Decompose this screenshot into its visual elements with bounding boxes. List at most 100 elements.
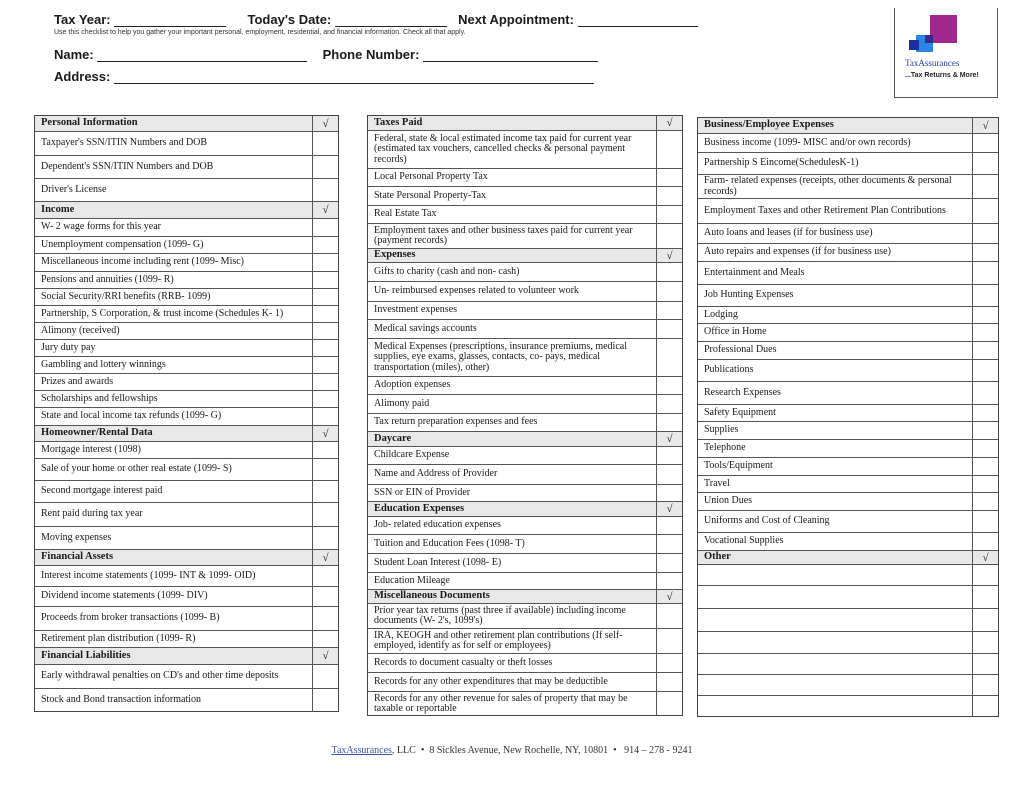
checkbox-cell[interactable] [973,324,998,341]
checkbox-cell[interactable] [313,665,338,688]
checkbox-cell[interactable] [973,307,998,323]
checkbox-cell[interactable] [657,629,682,653]
checkbox-cell[interactable] [657,447,682,464]
checkbox-cell[interactable] [313,323,338,339]
checkbox-cell[interactable] [313,459,338,480]
checkbox-cell[interactable] [973,175,998,198]
checklist-row [698,632,998,654]
checkbox-cell[interactable] [657,320,682,338]
checkbox-cell[interactable] [313,442,338,458]
checklist-item-label: Uniforms and Cost of Cleaning [698,511,973,532]
checklist-row: Records to document casualty or theft lo… [368,654,682,673]
checkbox-cell[interactable] [313,527,338,549]
checkbox-cell[interactable] [657,302,682,319]
checkbox-cell[interactable] [973,244,998,261]
checkbox-cell[interactable] [657,187,682,205]
checkbox-cell[interactable] [657,282,682,301]
checklist-row: Local Personal Property Tax [368,169,682,187]
checklist-row: Lodging [698,307,998,324]
checkbox-cell[interactable] [313,481,338,502]
checkbox-cell[interactable] [313,357,338,373]
checkbox-cell[interactable] [313,408,338,425]
checkbox-cell[interactable] [313,503,338,526]
checkbox-cell[interactable] [313,391,338,407]
checkbox-cell[interactable] [973,675,998,695]
checkbox-cell[interactable] [313,374,338,390]
checkbox-cell[interactable] [657,465,682,484]
checkbox-cell[interactable] [313,289,338,305]
checkbox-cell[interactable] [313,587,338,606]
checkbox-cell[interactable] [313,689,338,712]
checkbox-cell[interactable] [973,440,998,457]
checkbox-cell[interactable] [313,254,338,271]
next-appointment-field[interactable] [577,14,698,27]
address-field[interactable] [113,71,594,84]
checkbox-cell[interactable] [973,565,998,585]
checkbox-cell[interactable] [973,609,998,631]
checkbox-cell[interactable] [973,382,998,404]
checkbox-cell[interactable] [973,342,998,359]
checkbox-cell[interactable] [973,405,998,421]
checkbox-cell[interactable] [657,692,682,716]
checkbox-cell[interactable] [313,272,338,288]
checkbox-cell[interactable] [973,199,998,223]
checkbox-cell[interactable] [657,554,682,572]
checkbox-cell[interactable] [313,219,338,236]
tax-year-field[interactable] [114,14,227,27]
checkbox-cell[interactable] [657,485,682,501]
phone-field[interactable] [423,49,599,62]
checklist-item-label: Name and Address of Provider [368,465,657,484]
company-link[interactable]: TaxAssurances [332,745,392,756]
checkbox-cell[interactable] [973,360,998,381]
checkbox-cell[interactable] [657,517,682,534]
checkbox-cell[interactable] [657,224,682,248]
checklist-row [698,675,998,696]
checkbox-cell[interactable] [973,696,998,717]
checkbox-cell[interactable] [313,132,338,155]
checkbox-cell[interactable] [973,458,998,475]
checkbox-cell[interactable] [973,153,998,174]
name-field[interactable] [97,49,308,62]
checklist-item-label: Partnership S Eincome(SchedulesK-1) [698,153,973,174]
checklist-row: Student Loan Interest (1098- E) [368,554,682,573]
checkbox-cell[interactable] [973,533,998,550]
checkbox-cell[interactable] [657,263,682,281]
next-appointment-label: Next Appointment: [458,12,574,27]
checkbox-cell[interactable] [973,654,998,674]
checkbox-cell[interactable] [657,377,682,394]
checkbox-cell[interactable] [313,566,338,586]
checkbox-cell[interactable] [973,285,998,306]
section-header-row: Education Expenses √ [368,502,682,517]
checkbox-cell[interactable] [973,632,998,653]
checkbox-cell[interactable] [657,535,682,553]
checkbox-cell[interactable] [313,340,338,356]
checkbox-cell[interactable] [313,179,338,201]
checkbox-cell[interactable] [973,476,998,492]
checkbox-cell[interactable] [657,169,682,186]
checklist-item-label: Social Security/RRI benefits (RRB- 1099) [35,289,313,305]
checkbox-cell[interactable] [313,237,338,253]
checkbox-cell[interactable] [657,131,682,168]
checkbox-cell[interactable] [657,339,682,376]
checkbox-cell[interactable] [313,306,338,322]
checkbox-cell[interactable] [973,422,998,439]
checkbox-cell[interactable] [657,395,682,413]
checkbox-cell[interactable] [973,134,998,152]
checkbox-cell[interactable] [973,586,998,608]
todays-date-field[interactable] [334,14,447,27]
checkbox-cell[interactable] [657,673,682,691]
checkbox-cell[interactable] [973,511,998,532]
checkbox-cell[interactable] [313,607,338,630]
checkbox-cell[interactable] [657,414,682,431]
checkbox-cell[interactable] [313,156,338,178]
checkbox-cell[interactable] [657,604,682,628]
checklist-row: Entertainment and Meals [698,262,998,285]
checkbox-cell[interactable] [973,224,998,243]
address-label: Address: [54,69,111,84]
checkbox-cell[interactable] [313,631,338,647]
checkbox-cell[interactable] [973,493,998,510]
checkbox-cell[interactable] [657,206,682,223]
checkbox-cell[interactable] [657,654,682,672]
checkbox-cell[interactable] [973,262,998,284]
checkbox-cell[interactable] [657,573,682,589]
